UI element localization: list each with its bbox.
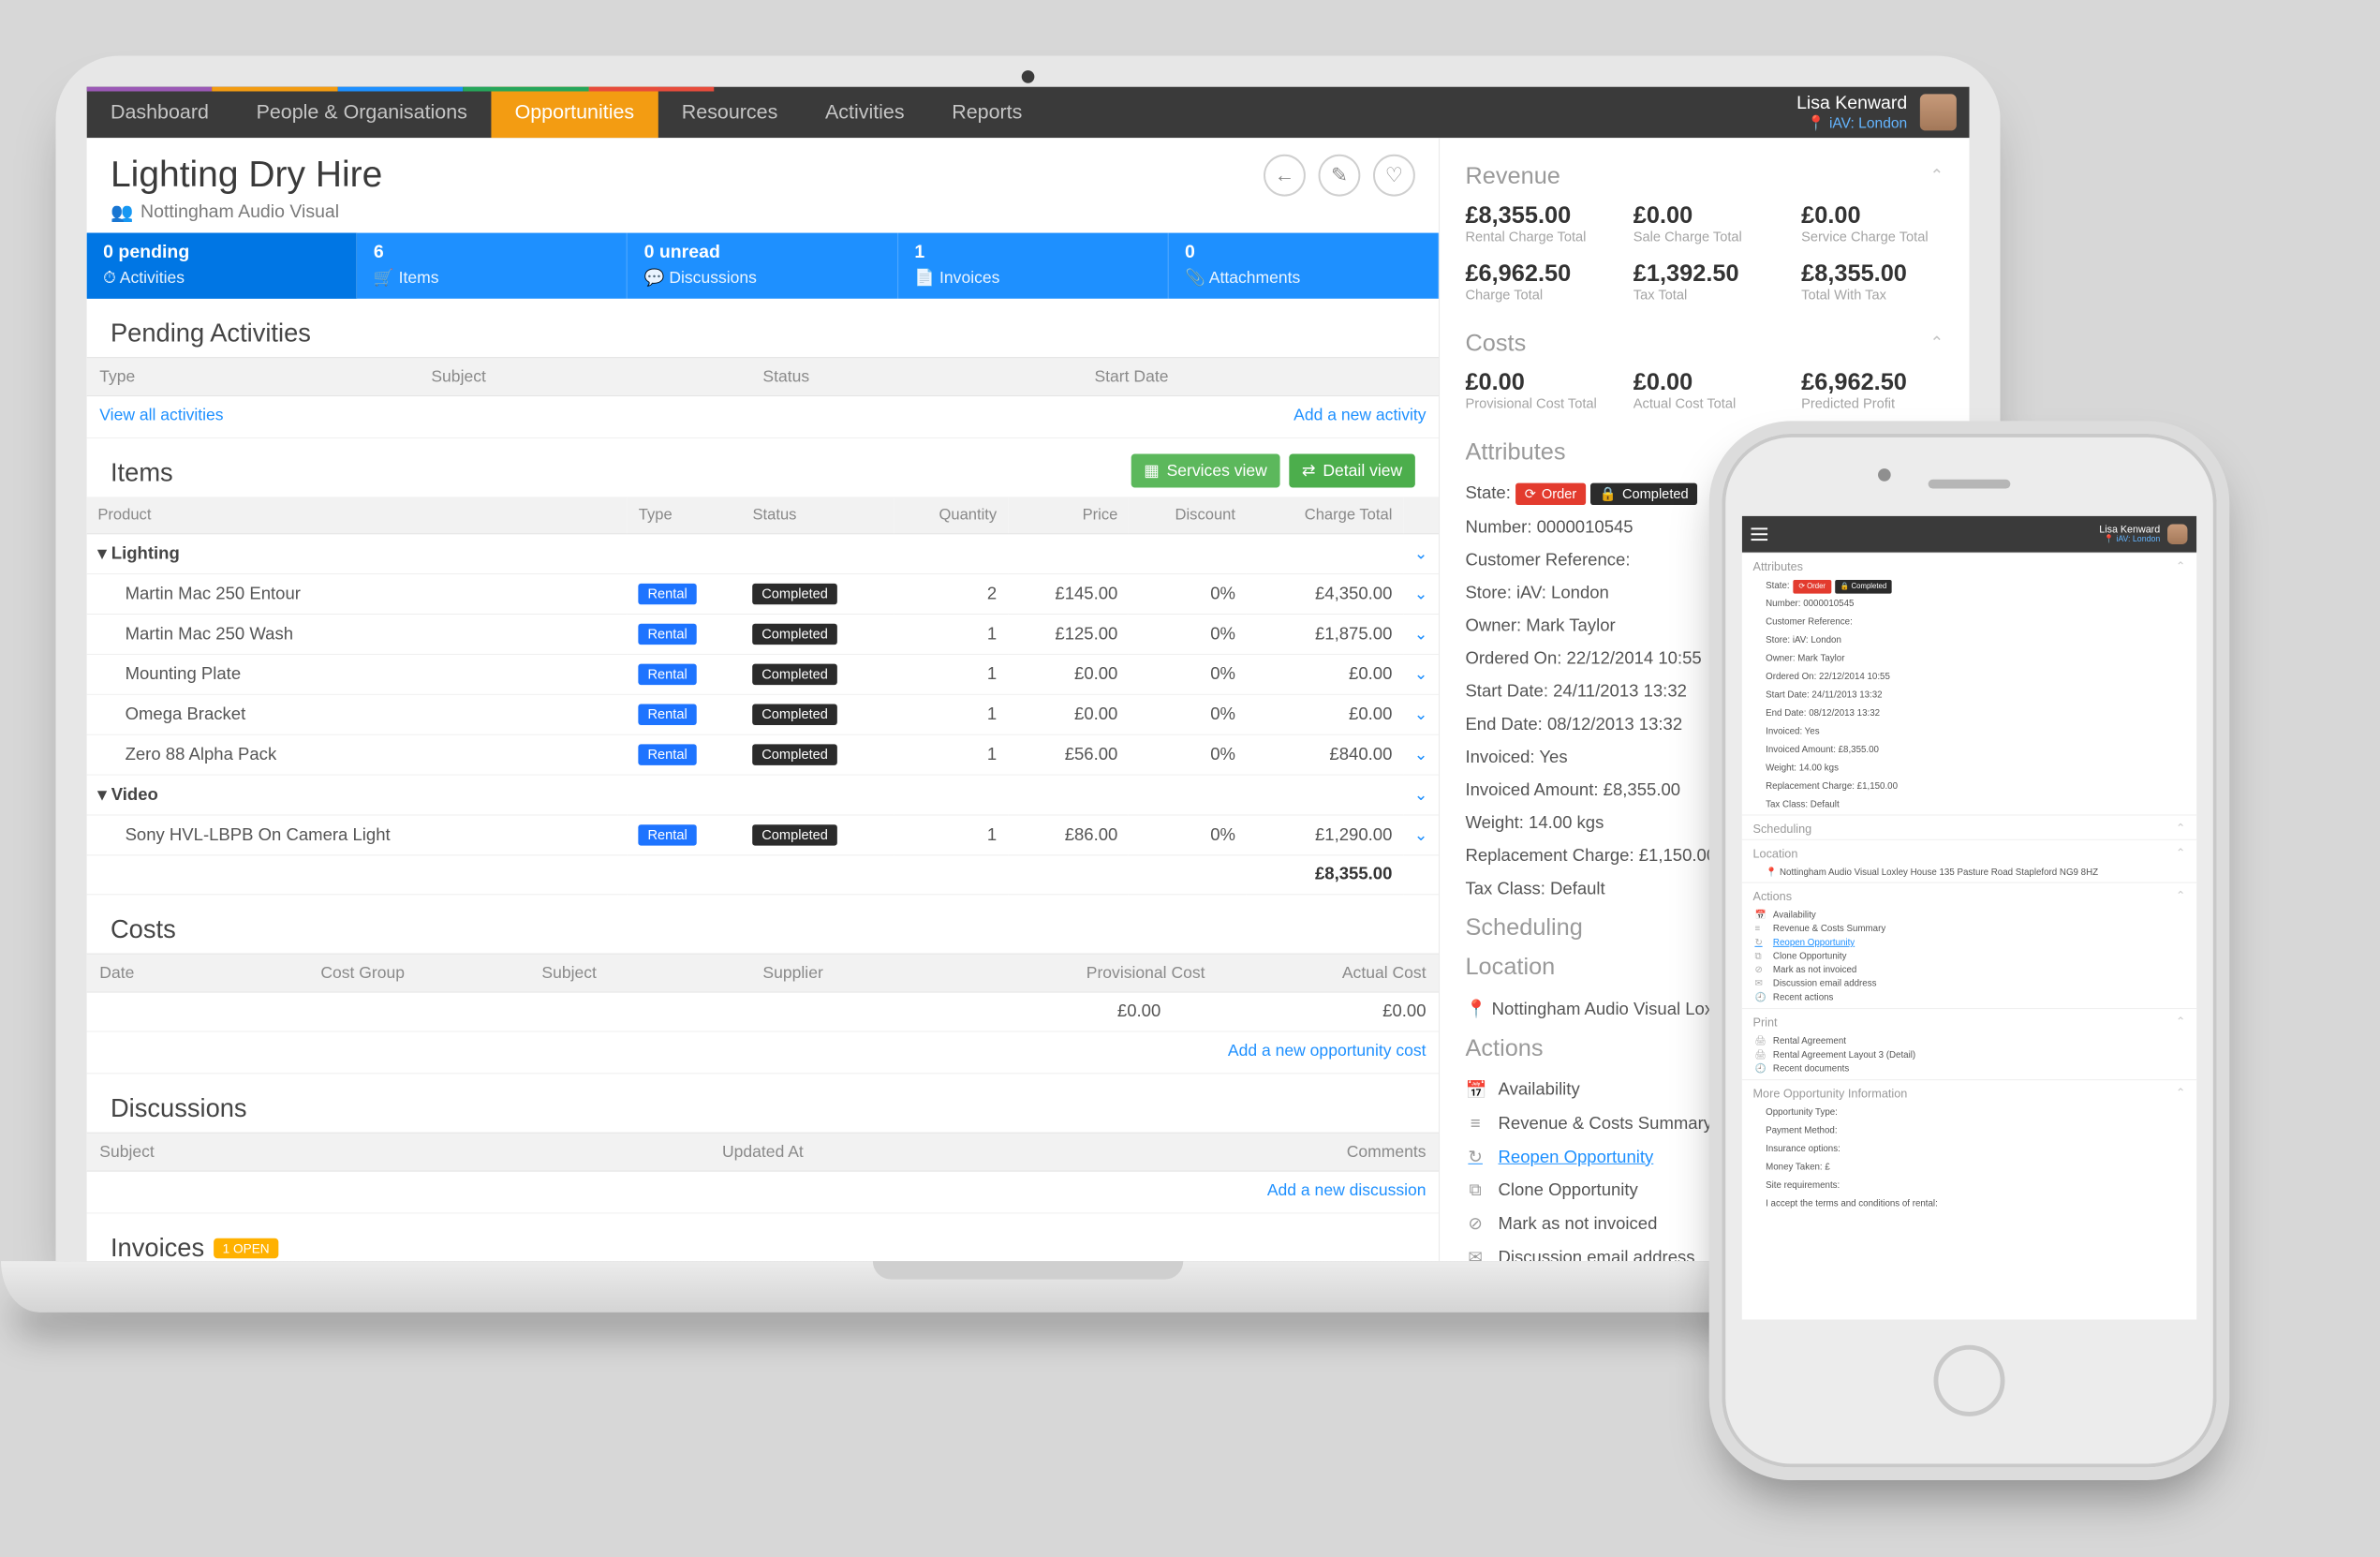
tab-activities[interactable]: 0 pending⏱ Activities	[87, 233, 358, 299]
action-rental-agreement[interactable]: 🖨Rental Agreement	[1754, 1034, 2185, 1048]
action-discussion-email-address[interactable]: ✉Discussion email address	[1754, 977, 2185, 991]
tab-discussions[interactable]: 0 unread💬 Discussions	[628, 233, 898, 299]
phone-device: Lisa Kenward📍 iAV: London Attributes⌃ St…	[1709, 421, 2230, 1480]
add-discussion-link[interactable]: Add a new discussion	[1267, 1180, 1427, 1199]
edit-button[interactable]: ✎	[1319, 155, 1361, 197]
phone-topbar: Lisa Kenward📍 iAV: London	[1742, 516, 2196, 553]
discussions-header: SubjectUpdated AtComments	[87, 1133, 1440, 1172]
revenue-heading[interactable]: Revenue⌃	[1465, 162, 1944, 190]
p-attributes-heading[interactable]: Attributes⌃	[1742, 553, 2196, 577]
p-state-row: State:⟳ Order🔒 Completed	[1742, 577, 2196, 595]
item-row[interactable]: Mounting PlateRentalCompleted1£0.000%£0.…	[87, 654, 1440, 694]
action-reopen-opportunity[interactable]: ↻Reopen Opportunity	[1754, 936, 2185, 950]
invoices-heading: Invoices1 OPEN	[111, 1234, 1415, 1261]
back-button[interactable]: ←	[1264, 155, 1306, 197]
action-mark-as-not-invoiced[interactable]: ⊘Mark as not invoiced	[1754, 963, 2185, 977]
p-location-text: 📍 Nottingham Audio Visual Loxley House 1…	[1742, 864, 2196, 882]
nav-activities[interactable]: Activities	[802, 87, 928, 139]
costs-header: DateCost GroupSubjectSupplierProvisional…	[87, 954, 1440, 993]
item-row[interactable]: Zero 88 Alpha PackRentalCompleted1£56.00…	[87, 734, 1440, 775]
org-icon: 👥	[111, 200, 133, 223]
tab-items[interactable]: 6🛒 Items	[357, 233, 628, 299]
p-print-heading[interactable]: Print⌃	[1742, 1008, 2196, 1032]
nav-reports[interactable]: Reports	[928, 87, 1046, 139]
action-clone-opportunity[interactable]: ⧉Clone Opportunity	[1754, 950, 2185, 964]
open-badge: 1 OPEN	[214, 1238, 279, 1258]
item-row[interactable]: Martin Mac 250 WashRentalCompleted1£125.…	[87, 615, 1440, 655]
avatar[interactable]	[2167, 525, 2187, 544]
top-navbar: DashboardPeople & OrganisationsOpportuni…	[87, 87, 1970, 139]
phone-screen: Lisa Kenward📍 iAV: London Attributes⌃ St…	[1742, 516, 2196, 1320]
avatar[interactable]	[1920, 94, 1957, 130]
page-title: Lighting Dry Hire	[111, 155, 382, 196]
side-costs-heading[interactable]: Costs⌃	[1465, 329, 1944, 357]
summary-tabs: 0 pending⏱ Activities6🛒 Items0 unread💬 D…	[87, 233, 1440, 299]
tab-invoices[interactable]: 1📄 Invoices	[898, 233, 1169, 299]
activities-header: Type Subject Status Start Date	[87, 357, 1440, 396]
hamburger-icon[interactable]	[1752, 527, 1768, 541]
action-recent-documents[interactable]: 🕘Recent documents	[1754, 1062, 2185, 1076]
laptop-camera	[1022, 70, 1035, 83]
items-table: Product Type Status Quantity Price Disco…	[87, 497, 1440, 895]
main-column: Lighting Dry Hire 👥Nottingham Audio Visu…	[87, 138, 1441, 1261]
nav-resources[interactable]: Resources	[658, 87, 801, 139]
services-view-button[interactable]: ▦ Services view	[1131, 453, 1280, 487]
page-subtitle[interactable]: 👥Nottingham Audio Visual	[111, 200, 382, 223]
laptop-screen: DashboardPeople & OrganisationsOpportuni…	[87, 87, 1970, 1261]
action-availability[interactable]: 📅Availability	[1754, 909, 2185, 923]
detail-view-button[interactable]: ⇄ Detail view	[1289, 453, 1415, 487]
discussions-heading: Discussions	[111, 1094, 1415, 1123]
activities-heading: Pending Activities	[111, 319, 1415, 348]
item-row[interactable]: Omega BracketRentalCompleted1£0.000%£0.0…	[87, 694, 1440, 734]
item-row[interactable]: Sony HVL-LBPB On Camera LightRentalCompl…	[87, 815, 1440, 855]
nav-dashboard[interactable]: Dashboard	[87, 87, 233, 139]
action-revenue-costs-summary[interactable]: ≡Revenue & Costs Summary	[1754, 922, 2185, 936]
state-completed-pill: 🔒 Completed	[1590, 483, 1697, 505]
add-activity-link[interactable]: Add a new activity	[1293, 406, 1426, 424]
p-actions-heading[interactable]: Actions⌃	[1742, 882, 2196, 907]
p-location-heading[interactable]: Location⌃	[1742, 839, 2196, 864]
group-row[interactable]: ▾ Lighting	[87, 534, 1403, 574]
state-order-pill: ⟳ Order	[1515, 483, 1586, 505]
costs-provisional: £0.00	[895, 1001, 1160, 1021]
p-scheduling-heading[interactable]: Scheduling⌃	[1742, 814, 2196, 838]
nav-opportunities[interactable]: Opportunities	[491, 87, 658, 139]
home-button[interactable]	[1933, 1345, 2004, 1416]
item-row[interactable]: Martin Mac 250 EntourRentalCompleted2£14…	[87, 574, 1440, 615]
p-more-heading[interactable]: More Opportunity Information⌃	[1742, 1079, 2196, 1104]
view-all-activities-link[interactable]: View all activities	[99, 406, 223, 424]
costs-actual: £0.00	[1160, 1001, 1426, 1021]
page-header: Lighting Dry Hire 👥Nottingham Audio Visu…	[87, 138, 1440, 232]
group-row[interactable]: ▾ Video	[87, 775, 1403, 815]
action-recent-actions[interactable]: 🕘Recent actions	[1754, 991, 2185, 1005]
items-heading: Items	[111, 458, 173, 487]
nav-people-organisations[interactable]: People & Organisations	[232, 87, 491, 139]
favorite-button[interactable]: ♡	[1373, 155, 1415, 197]
add-cost-link[interactable]: Add a new opportunity cost	[1228, 1041, 1427, 1060]
action-rental-agreement-layout-detail-[interactable]: 🖨Rental Agreement Layout 3 (Detail)	[1754, 1048, 2185, 1062]
costs-heading: Costs	[111, 915, 1415, 944]
tab-attachments[interactable]: 0📎 Attachments	[1168, 233, 1439, 299]
